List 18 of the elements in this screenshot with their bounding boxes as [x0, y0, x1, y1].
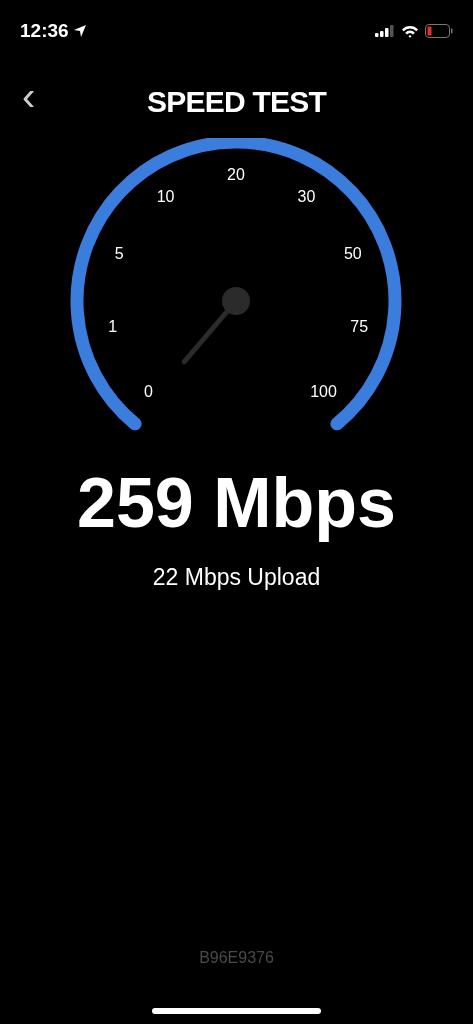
gauge-label: 30	[297, 188, 316, 205]
gauge-label: 0	[144, 383, 153, 400]
page-title: SPEED TEST	[146, 83, 327, 120]
wifi-icon	[401, 24, 419, 38]
battery-icon	[425, 24, 453, 38]
gauge-label: 100	[310, 383, 337, 400]
device-code: B96E9376	[199, 948, 274, 968]
status-time: 12:36	[20, 18, 69, 43]
gauge-label: 50	[343, 245, 362, 262]
location-arrow-icon	[72, 24, 87, 38]
gauge-label: 20	[227, 167, 245, 183]
gauge-label: 10	[156, 188, 175, 205]
upload-speed: 22 Mbps Upload	[152, 563, 321, 592]
gauge-label: 1	[108, 319, 118, 336]
gauge-label: 5	[114, 245, 124, 262]
gauge-label: 75	[350, 319, 369, 336]
back-button[interactable]: ‹	[22, 76, 36, 116]
signal-icon	[375, 25, 395, 37]
